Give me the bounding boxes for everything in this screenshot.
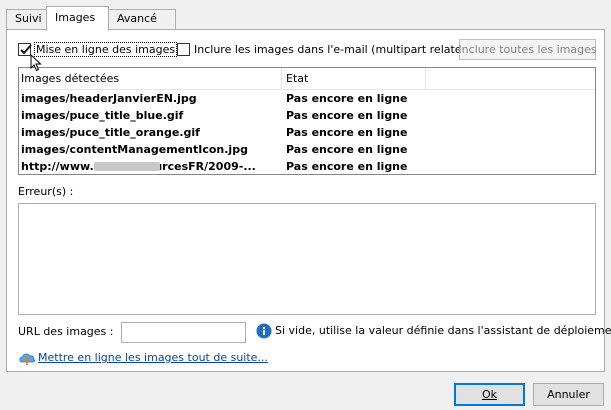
image-url-prefix: http://www. xyxy=(21,160,94,173)
url-hint: Si vide, utilise la valeur définie dans … xyxy=(275,324,611,337)
table-row[interactable]: images/puce_title_blue.gif Pas encore en… xyxy=(19,107,595,124)
table-row[interactable]: http://www. .com/resourcesFR/2009-... Pas… xyxy=(19,158,595,174)
cancel-button[interactable]: Annuler xyxy=(533,383,604,406)
errors-textarea[interactable] xyxy=(18,203,596,315)
column-separator[interactable] xyxy=(425,68,426,89)
include-all-images-button[interactable]: Inclure toutes les images xyxy=(458,39,597,60)
column-separator[interactable] xyxy=(281,68,282,89)
image-cell: images/headerJanvierEN.jpg xyxy=(21,92,197,105)
tab-avance[interactable]: Avancé xyxy=(108,9,176,30)
image-url-input[interactable] xyxy=(121,322,246,343)
tab-label: Avancé xyxy=(117,12,157,25)
errors-label: Erreur(s) : xyxy=(18,185,74,198)
ok-button-label: Ok xyxy=(481,388,498,401)
cancel-button-label: Annuler xyxy=(547,388,590,401)
tab-label: Images xyxy=(55,11,96,24)
status-cell: Pas encore en ligne xyxy=(286,126,408,139)
upload-images-label: Mise en ligne des images xyxy=(33,41,178,57)
ok-button[interactable]: Ok xyxy=(454,383,525,406)
multipart-label: Inclure les images dans l'e-mail (multip… xyxy=(194,42,473,56)
list-header: Images détectées Etat xyxy=(19,68,595,90)
images-tab-panel: Mise en ligne des images Inclure les ima… xyxy=(6,29,611,372)
mouse-cursor-icon xyxy=(30,54,42,72)
image-cell: images/contentManagementIcon.jpg xyxy=(21,143,248,156)
image-cell: images/puce_title_orange.gif xyxy=(21,126,200,139)
column-header-etat[interactable]: Etat xyxy=(286,72,308,85)
multipart-checkbox-row[interactable]: Inclure les images dans l'e-mail (multip… xyxy=(177,40,473,58)
table-row[interactable]: images/puce_title_orange.gif Pas encore … xyxy=(19,124,595,141)
redacted-domain xyxy=(93,162,160,171)
status-cell: Pas encore en ligne xyxy=(286,160,408,173)
upload-now-link[interactable]: Mettre en ligne les images tout de suite… xyxy=(38,351,268,364)
table-row[interactable]: images/headerJanvierEN.jpg Pas encore en… xyxy=(19,90,595,107)
table-row[interactable]: images/contentManagementIcon.jpg Pas enc… xyxy=(19,141,595,158)
tab-images[interactable]: Images xyxy=(46,6,109,31)
status-cell: Pas encore en ligne xyxy=(286,143,408,156)
multipart-checkbox[interactable] xyxy=(177,42,190,56)
status-cell: Pas encore en ligne xyxy=(286,92,408,105)
image-cell: images/puce_title_blue.gif xyxy=(21,109,184,122)
column-header-images[interactable]: Images détectées xyxy=(21,72,119,85)
info-icon xyxy=(256,323,272,339)
upload-cloud-icon xyxy=(19,353,36,365)
url-label: URL des images : xyxy=(18,325,114,338)
detected-images-list[interactable]: Images détectées Etat images/headerJanvi… xyxy=(18,67,596,175)
tab-label: Suivi xyxy=(15,12,42,25)
status-cell: Pas encore en ligne xyxy=(286,109,408,122)
image-cell: http://www. .com/resourcesFR/2009-... xyxy=(21,160,256,173)
tab-suivi[interactable]: Suivi xyxy=(6,9,48,30)
